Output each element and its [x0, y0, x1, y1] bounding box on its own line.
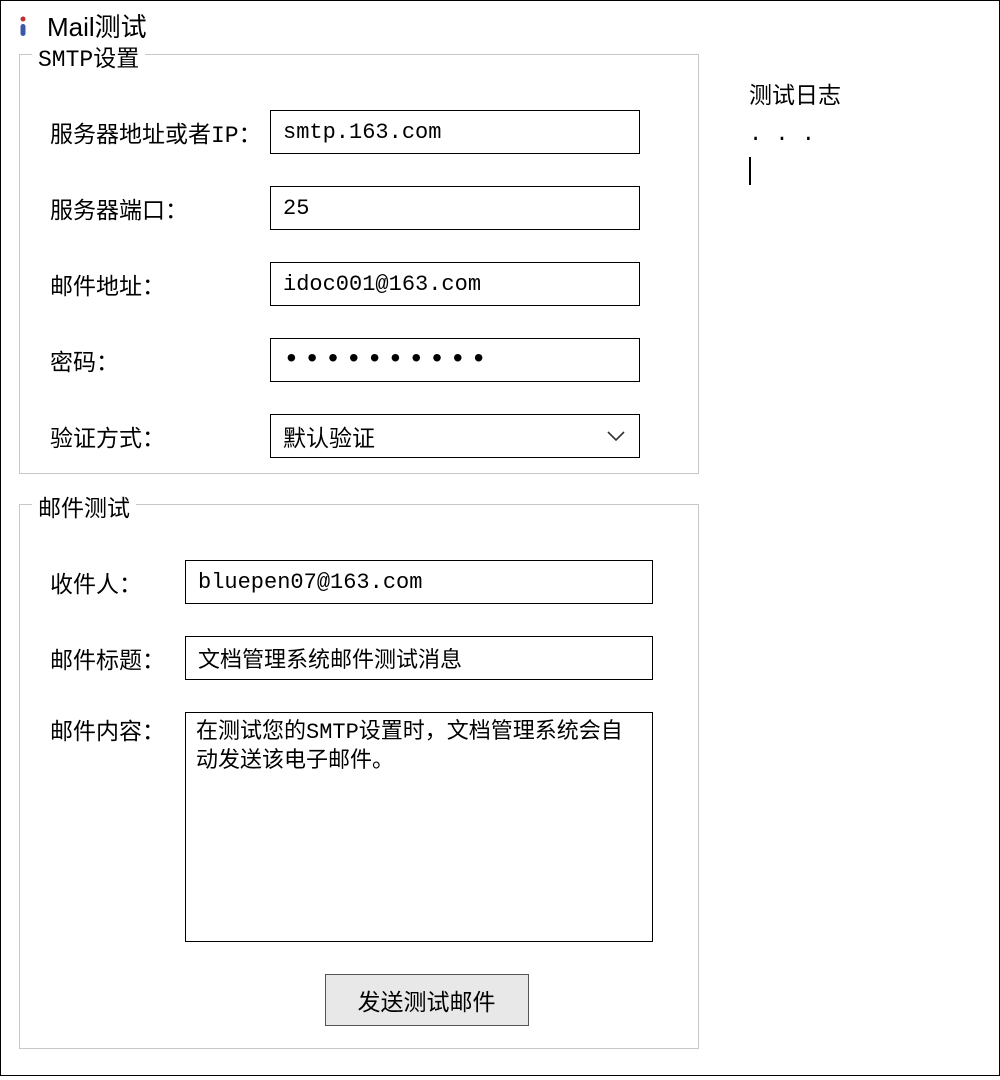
log-panel: 测试日志 . . .	[749, 54, 981, 1062]
subject-input[interactable]	[185, 636, 653, 680]
smtp-settings-group: SMTP设置 服务器地址或者IP： 服务器端口： 邮件地址： 密码： 验证方式：	[19, 54, 699, 474]
body-textarea[interactable]	[185, 712, 653, 942]
body-label: 邮件内容：	[50, 712, 185, 746]
recipient-input[interactable]	[185, 560, 653, 604]
log-content: . . .	[749, 116, 981, 196]
mail-test-group: 邮件测试 收件人： 邮件标题： 邮件内容： 发送测试邮件	[19, 504, 699, 1049]
log-title: 测试日志	[749, 76, 981, 110]
subject-label: 邮件标题：	[50, 641, 185, 675]
recipient-label: 收件人：	[50, 565, 185, 599]
port-input[interactable]	[270, 186, 640, 230]
auth-select-value: 默认验证	[283, 419, 375, 453]
password-label: 密码：	[50, 343, 270, 377]
title-bar: Mail测试	[1, 1, 999, 54]
smtp-legend: SMTP设置	[32, 39, 145, 73]
server-input[interactable]	[270, 110, 640, 154]
auth-label: 验证方式：	[50, 419, 270, 453]
text-cursor	[749, 157, 751, 185]
chevron-down-icon	[607, 431, 625, 441]
email-input[interactable]	[270, 262, 640, 306]
mailtest-legend: 邮件测试	[32, 489, 136, 523]
send-test-button[interactable]: 发送测试邮件	[325, 974, 529, 1026]
password-input[interactable]	[270, 338, 640, 382]
auth-select[interactable]: 默认验证	[270, 414, 640, 458]
email-label: 邮件地址：	[50, 267, 270, 301]
info-icon	[11, 14, 35, 38]
server-label: 服务器地址或者IP：	[50, 115, 270, 149]
port-label: 服务器端口：	[50, 191, 270, 225]
